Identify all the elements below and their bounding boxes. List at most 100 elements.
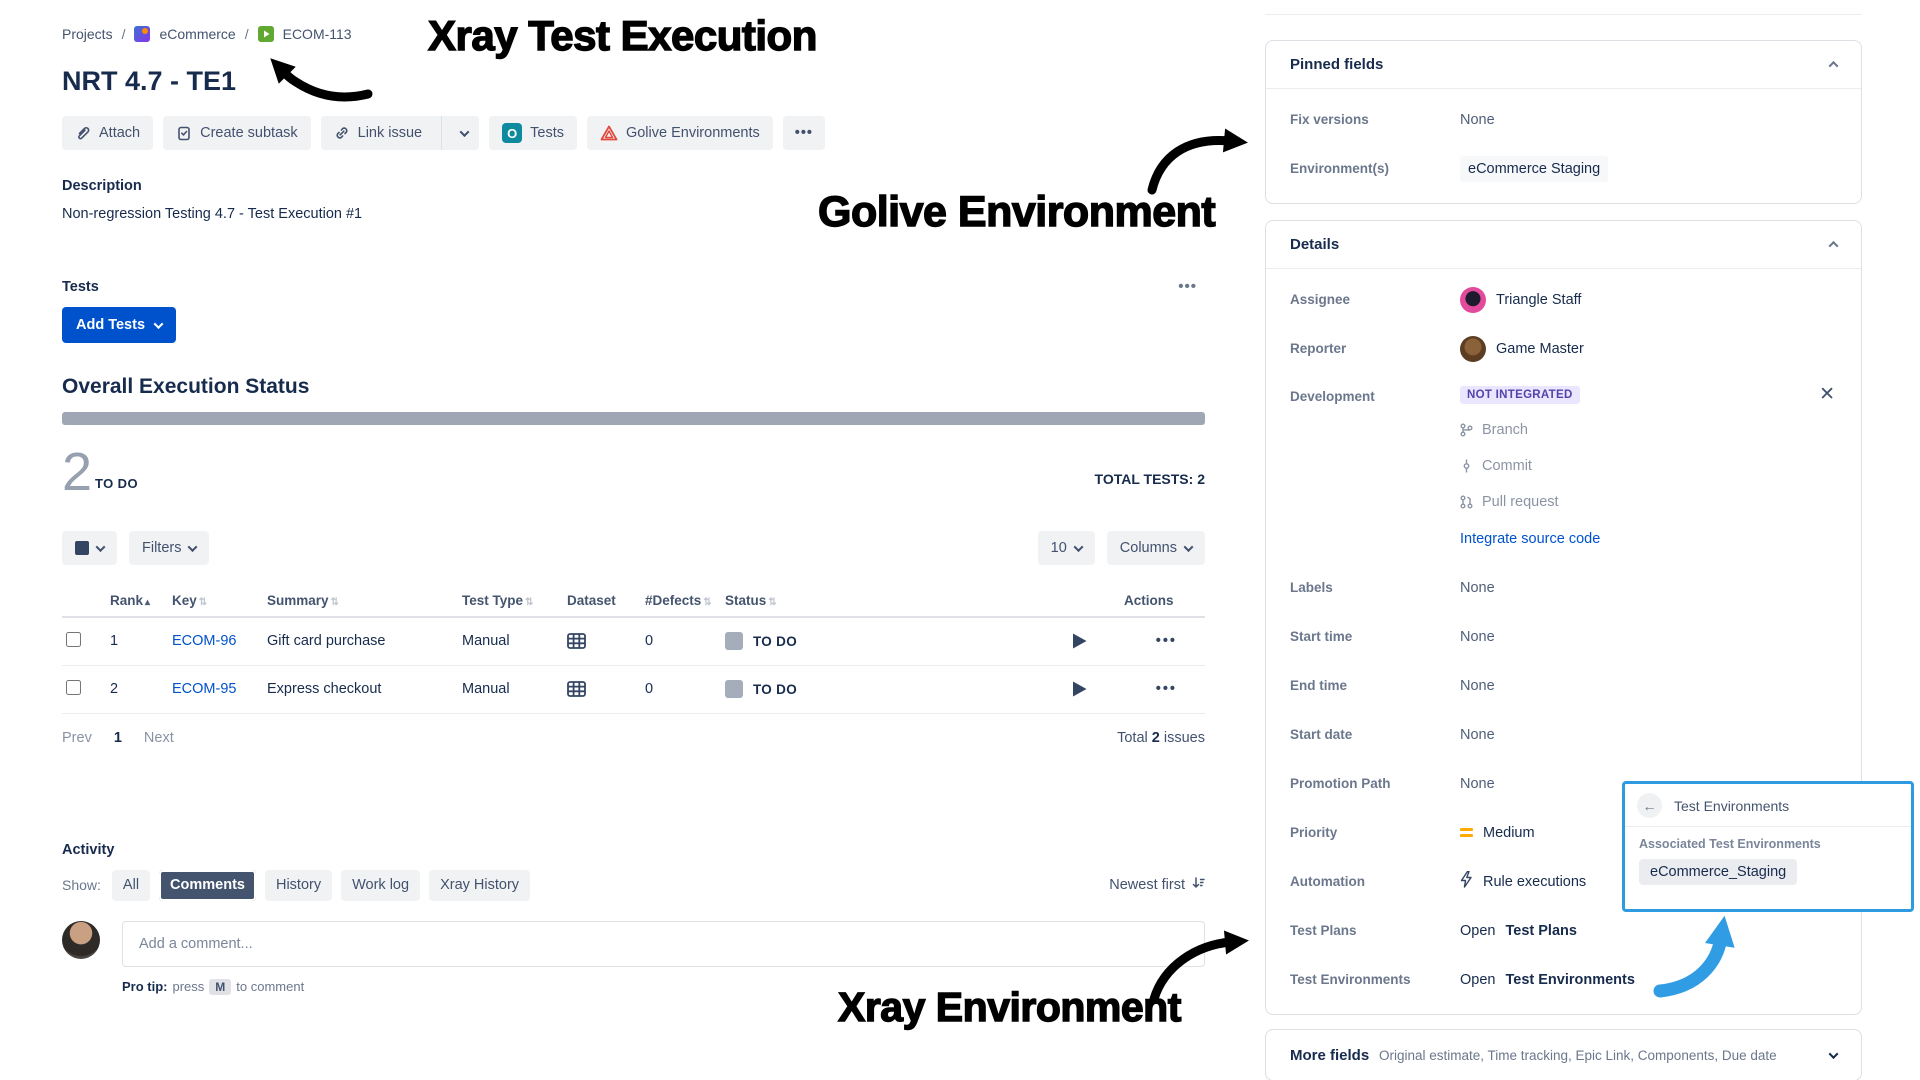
end-time-value[interactable]: None: [1460, 678, 1495, 694]
row-status[interactable]: TO DO: [753, 682, 797, 697]
chevron-down-icon: [1829, 1049, 1839, 1059]
tab-work-log[interactable]: Work log: [341, 870, 420, 901]
automation-value[interactable]: Rule executions: [1483, 874, 1586, 890]
square-swatch-icon: [75, 541, 89, 555]
tests-more-button[interactable]: •••: [1170, 278, 1205, 295]
run-test-play-button[interactable]: [1071, 632, 1116, 650]
row-checkbox[interactable]: [66, 680, 81, 695]
promotion-path-label: Promotion Path: [1290, 776, 1460, 791]
details-header[interactable]: Details: [1266, 221, 1861, 269]
labels-value[interactable]: None: [1460, 580, 1495, 596]
open-test-environments-link[interactable]: Test Environments: [1505, 972, 1634, 988]
details-title: Details: [1290, 236, 1339, 253]
add-tests-label: Add Tests: [76, 317, 145, 333]
link-issue-label: Link issue: [358, 125, 422, 141]
select-all-header: [62, 587, 106, 617]
link-issue-dropdown[interactable]: [450, 130, 479, 137]
add-tests-button[interactable]: Add Tests: [62, 307, 176, 343]
col-defects[interactable]: #Defects⇅: [641, 587, 721, 617]
user-avatar: [62, 921, 100, 959]
col-summary[interactable]: Summary⇅: [263, 587, 458, 617]
priority-medium-icon: [1460, 828, 1473, 837]
status-todo-icon: [725, 632, 743, 650]
link-issue-button[interactable]: Link issue: [321, 116, 479, 150]
toolbar-more-button[interactable]: •••: [783, 116, 825, 150]
tab-comments[interactable]: Comments: [159, 870, 256, 901]
row-summary[interactable]: Express checkout: [263, 665, 458, 713]
col-status[interactable]: Status⇅: [721, 587, 971, 617]
environments-value[interactable]: eCommerce Staging: [1460, 156, 1608, 182]
create-subtask-button[interactable]: Create subtask: [163, 116, 311, 150]
row-test-type: Manual: [458, 617, 563, 665]
filters-dropdown[interactable]: Filters: [129, 531, 209, 565]
branch-item: Branch: [1460, 412, 1837, 448]
run-test-play-button[interactable]: [1071, 680, 1116, 698]
golive-environments-label: Golive Environments: [626, 125, 760, 141]
tab-all[interactable]: All: [112, 870, 150, 901]
test-environments-label: Test Environments: [1290, 972, 1460, 987]
start-date-value[interactable]: None: [1460, 727, 1495, 743]
row-summary[interactable]: Gift card purchase: [263, 617, 458, 665]
attach-button[interactable]: Attach: [62, 116, 153, 150]
row-key-link[interactable]: ECOM-95: [172, 681, 236, 697]
sort-icon: ⇅: [525, 597, 533, 608]
start-time-value[interactable]: None: [1460, 629, 1495, 645]
table-row: 2 ECOM-95 Express checkout Manual 0 TO D…: [62, 665, 1205, 713]
link-icon: [334, 125, 350, 141]
chevron-down-icon: [1184, 542, 1194, 552]
sort-order-button[interactable]: Newest first: [1109, 876, 1205, 894]
close-icon[interactable]: ✕: [1817, 385, 1837, 404]
main-column: Projects / eCommerce / ECOM-113 NRT 4.7 …: [62, 24, 1205, 995]
pinned-fields-header[interactable]: Pinned fields: [1266, 41, 1861, 89]
breadcrumb-project[interactable]: eCommerce: [159, 26, 235, 42]
more-fields-summary: Original estimate, Time tracking, Epic L…: [1379, 1048, 1777, 1063]
assignee-value[interactable]: Triangle Staff: [1496, 292, 1581, 308]
row-checkbox[interactable]: [66, 632, 81, 647]
bulk-select-dropdown[interactable]: [62, 531, 117, 565]
col-test-type[interactable]: Test Type⇅: [458, 587, 563, 617]
row-status[interactable]: TO DO: [753, 634, 797, 649]
golive-environments-button[interactable]: Golive Environments: [587, 116, 773, 150]
dataset-grid-icon[interactable]: [567, 633, 637, 649]
breadcrumb-projects[interactable]: Projects: [62, 26, 113, 42]
pinned-fields-panel: Pinned fields Fix versions None Environm…: [1265, 40, 1862, 204]
page-size-dropdown[interactable]: 10: [1038, 531, 1095, 565]
priority-value[interactable]: Medium: [1483, 825, 1535, 841]
row-actions-button[interactable]: •••: [1156, 681, 1177, 697]
col-dataset[interactable]: Dataset: [563, 587, 641, 617]
pull-request-item: Pull request: [1460, 484, 1837, 520]
tab-history[interactable]: History: [265, 870, 332, 901]
table-header-row: Rank▴ Key⇅ Summary⇅ Test Type⇅ Dataset #…: [62, 587, 1205, 617]
comment-input[interactable]: [122, 921, 1205, 967]
row-key-link[interactable]: ECOM-96: [172, 633, 236, 649]
promotion-path-value[interactable]: None: [1460, 776, 1495, 792]
issue-title[interactable]: NRT 4.7 - TE1: [62, 64, 1205, 98]
lightning-icon: [1460, 871, 1473, 892]
fix-versions-label: Fix versions: [1290, 112, 1460, 127]
columns-dropdown[interactable]: Columns: [1107, 531, 1205, 565]
next-page-button[interactable]: Next: [144, 730, 174, 746]
col-spacer: [971, 587, 1120, 617]
prev-page-button[interactable]: Prev: [62, 730, 92, 746]
todo-count: 2: [62, 447, 92, 497]
tab-xray-history[interactable]: Xray History: [429, 870, 530, 901]
tests-button[interactable]: O Tests: [489, 116, 577, 150]
row-actions-button[interactable]: •••: [1156, 633, 1177, 649]
divider: [441, 116, 442, 150]
col-key[interactable]: Key⇅: [168, 587, 263, 617]
more-fields-panel[interactable]: More fields Original estimate, Time trac…: [1265, 1029, 1862, 1080]
integrate-source-code-link[interactable]: Integrate source code: [1460, 531, 1600, 547]
open-test-plans-link[interactable]: Test Plans: [1505, 923, 1576, 939]
reporter-value[interactable]: Game Master: [1496, 341, 1584, 357]
environment-chip[interactable]: eCommerce_Staging: [1639, 859, 1797, 885]
associated-test-environments-label: Associated Test Environments: [1639, 837, 1897, 851]
col-rank[interactable]: Rank▴: [106, 587, 168, 617]
fix-versions-value[interactable]: None: [1460, 112, 1495, 128]
dataset-grid-icon[interactable]: [567, 681, 637, 697]
annotation-xray-test-execution: Xray Test Execution: [428, 12, 817, 60]
current-page[interactable]: 1: [114, 730, 122, 746]
back-arrow-icon[interactable]: ←: [1637, 793, 1662, 818]
keyboard-shortcut-m: M: [209, 979, 231, 995]
breadcrumb-issue-key[interactable]: ECOM-113: [283, 26, 352, 42]
start-time-label: Start time: [1290, 629, 1460, 644]
